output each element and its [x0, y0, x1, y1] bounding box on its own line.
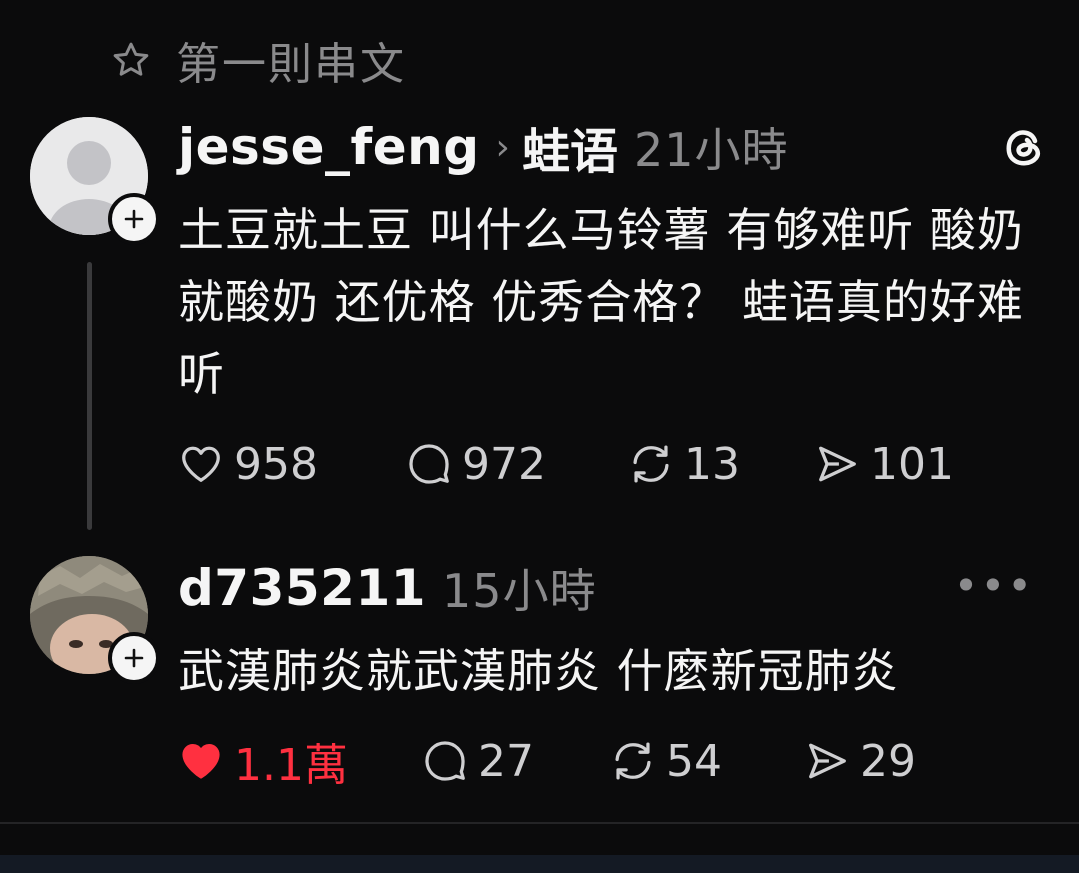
- comment-button[interactable]: 27: [422, 736, 610, 787]
- thread-title: 第一則串文: [176, 39, 406, 90]
- post-header: d735211 15小時 •••: [178, 553, 1048, 623]
- repost-count: 54: [666, 735, 722, 787]
- share-icon: [809, 743, 846, 779]
- community-name[interactable]: 蛙语: [522, 112, 618, 182]
- username[interactable]: jesse_feng: [178, 118, 480, 176]
- like-button[interactable]: 958: [178, 439, 406, 490]
- chevron-right-icon: ›: [495, 126, 510, 168]
- like-count: 958: [234, 438, 318, 490]
- comment-count: 27: [478, 735, 534, 787]
- divider: [0, 822, 1079, 824]
- repost-icon: [615, 742, 651, 780]
- post-text: 土豆就土豆 叫什么马铃薯 有够难听 酸奶就酸奶 还优格 优秀合格？ 蛙语真的好难…: [178, 203, 1024, 401]
- heart-icon: [182, 446, 220, 482]
- username[interactable]: d735211: [178, 559, 426, 617]
- repost-button[interactable]: 13: [628, 439, 814, 490]
- share-button[interactable]: 101: [814, 439, 954, 490]
- post-text: 武漢肺炎就武漢肺炎 什麼新冠肺炎: [178, 644, 899, 698]
- threads-logo-icon: [999, 122, 1049, 172]
- post-time: 15小時: [442, 564, 597, 618]
- post-actions: 958 972 13 101: [178, 432, 1048, 496]
- share-count: 101: [870, 438, 954, 490]
- post: d735211 15小時 ••• 武漢肺炎就武漢肺炎 什麼新冠肺炎 1.1萬 2…: [178, 553, 1048, 793]
- more-icon[interactable]: •••: [954, 561, 1034, 610]
- share-button[interactable]: 29: [804, 736, 916, 787]
- post-time: 21小時: [633, 123, 789, 177]
- comment-button[interactable]: 972: [406, 439, 628, 490]
- plus-icon: [124, 648, 144, 668]
- thread-header: 第一則串文: [108, 30, 406, 90]
- like-button[interactable]: 1.1萬: [178, 729, 422, 793]
- footer-strip: [0, 855, 1079, 873]
- post: jesse_feng › 蛙语 21小時 土豆就土豆 叫什么马铃薯 有够难听 酸…: [178, 112, 1048, 496]
- post-actions: 1.1萬 27 54 29: [178, 729, 1048, 793]
- share-icon: [819, 446, 856, 482]
- repost-icon: [633, 445, 669, 483]
- star-icon[interactable]: [108, 37, 154, 83]
- share-count: 29: [860, 735, 916, 787]
- comment-icon: [425, 741, 465, 781]
- like-count: 1.1萬: [234, 740, 348, 791]
- heart-icon: [182, 743, 220, 779]
- repost-count: 13: [684, 438, 740, 490]
- plus-icon: [124, 209, 144, 229]
- follow-button[interactable]: [108, 632, 160, 684]
- repost-button[interactable]: 54: [610, 736, 804, 787]
- comment-count: 972: [462, 438, 546, 490]
- comment-icon: [409, 444, 449, 484]
- post-header: jesse_feng › 蛙语 21小時: [178, 112, 1048, 182]
- thread-connector-line: [87, 262, 92, 530]
- follow-button[interactable]: [108, 193, 160, 245]
